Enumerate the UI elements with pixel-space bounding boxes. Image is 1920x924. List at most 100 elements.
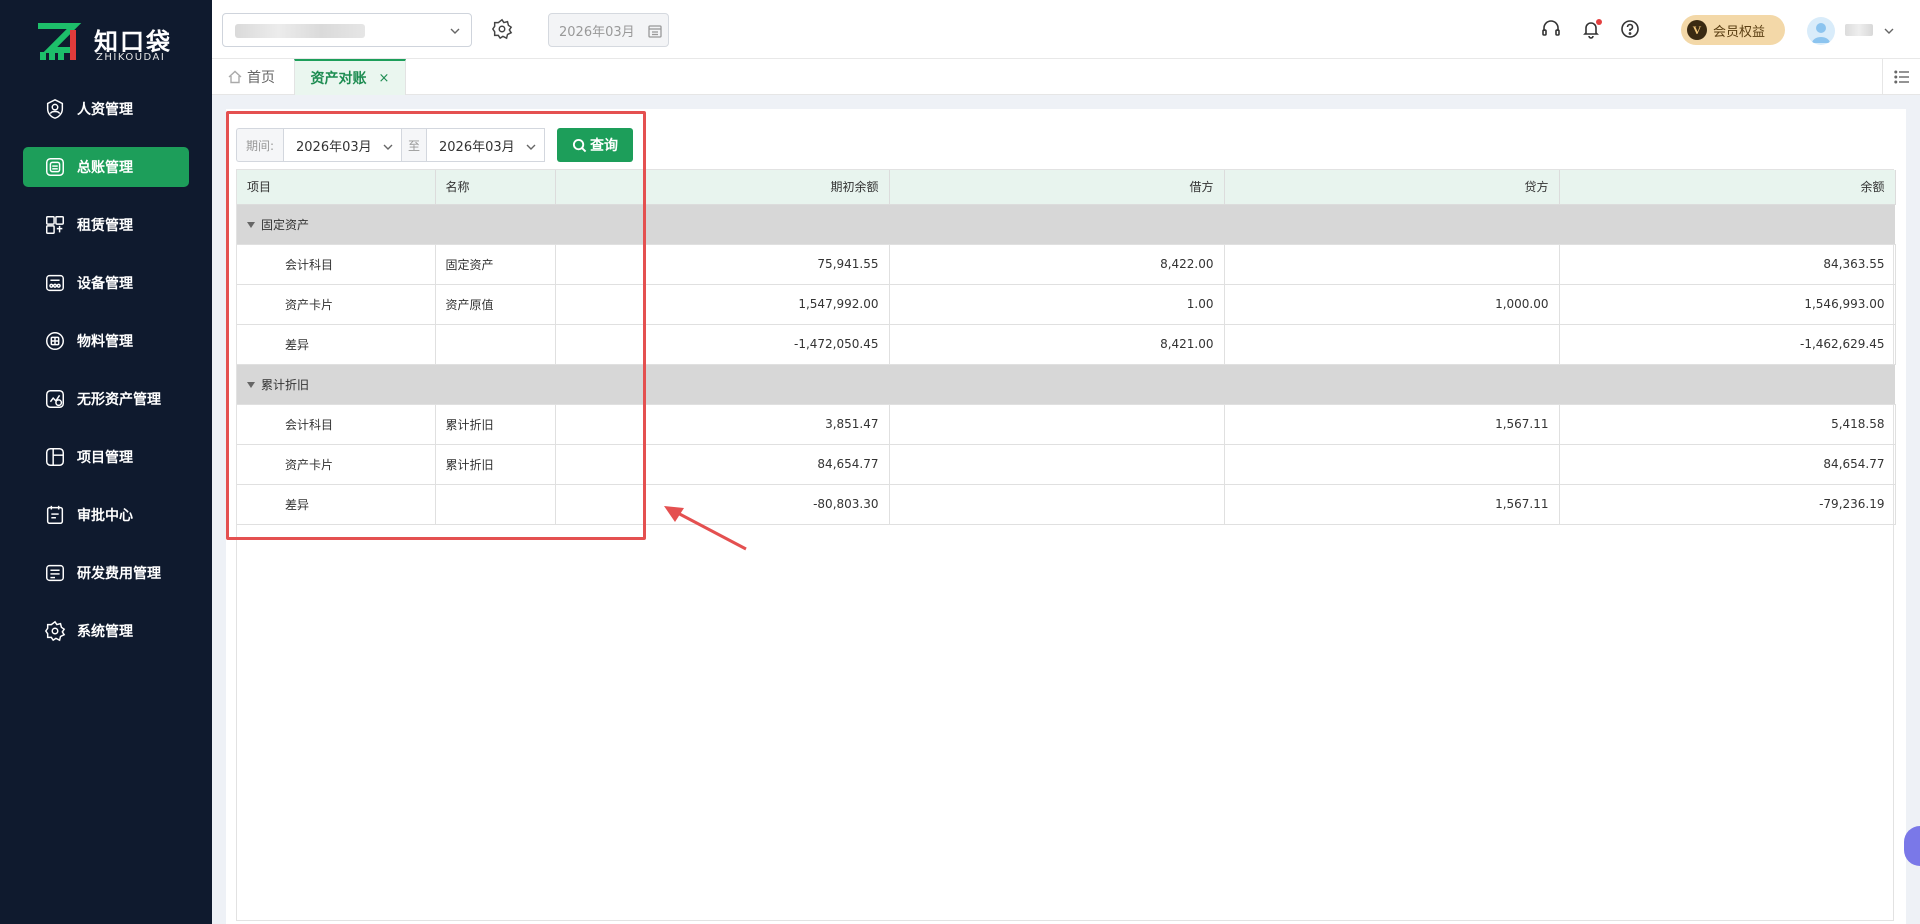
- header-period-value: 2026年03月: [559, 24, 635, 40]
- cell-name: 累计折旧: [435, 444, 556, 485]
- cell-item: 会计科目: [237, 404, 436, 445]
- chevron-down-icon: [383, 141, 393, 151]
- sidebar-item-ledger[interactable]: 总账管理: [23, 147, 189, 187]
- logo[interactable]: 知口袋 ZHIKOUDAI: [36, 20, 196, 68]
- reconciliation-table: 项目 名称 期初余额 借方 贷方 余额 固定资产 会计科目 固定资产 75,94…: [236, 169, 1896, 921]
- cell-name: [435, 324, 556, 365]
- column-header: [555, 170, 645, 205]
- query-button[interactable]: 查询: [557, 128, 633, 162]
- avatar[interactable]: [1807, 17, 1835, 45]
- device-icon: [43, 271, 67, 295]
- group-row-accumulated-depreciation[interactable]: 累计折旧: [237, 364, 1895, 405]
- calendar-icon: [648, 24, 662, 38]
- cell-debit: [889, 404, 1225, 445]
- caret-down-icon[interactable]: [247, 382, 255, 388]
- column-header: 名称: [435, 170, 556, 205]
- user-name-redacted[interactable]: [1845, 24, 1873, 36]
- close-icon[interactable]: ×: [379, 71, 390, 86]
- sidebar-item-label: 研发费用管理: [77, 566, 161, 582]
- cell-balance: -1,462,629.45: [1559, 324, 1896, 365]
- cell-credit: [1224, 324, 1560, 365]
- project-icon: [43, 445, 67, 469]
- cell-opening: 84,654.77: [644, 444, 890, 485]
- ledger-icon: [43, 155, 67, 179]
- help-icon[interactable]: [1620, 19, 1642, 41]
- cell-extra: [555, 484, 645, 525]
- cell-extra: [555, 444, 645, 485]
- table-row[interactable]: 差异 -1,472,050.45 8,421.00 -1,462,629.45: [237, 324, 1896, 365]
- table-row[interactable]: 资产卡片 资产原值 1,547,992.00 1.00 1,000.00 1,5…: [237, 284, 1896, 325]
- intangible-asset-icon: [43, 387, 67, 411]
- home-icon: [228, 70, 242, 84]
- cell-credit: 1,567.11: [1224, 484, 1560, 525]
- cell-balance: 1,546,993.00: [1559, 284, 1896, 325]
- lease-icon: [43, 213, 67, 237]
- sidebar-item-lease[interactable]: 租赁管理: [23, 205, 189, 245]
- cell-credit: 1,000.00: [1224, 284, 1560, 325]
- cell-extra: [555, 404, 645, 445]
- sidebar-item-hr[interactable]: 人资管理: [23, 89, 189, 129]
- cell-item: 会计科目: [237, 244, 436, 285]
- sidebar-item-intangible[interactable]: 无形资产管理: [23, 379, 189, 419]
- tab-list-icon[interactable]: [1882, 59, 1920, 95]
- column-header: 项目: [237, 170, 436, 205]
- company-select[interactable]: [222, 13, 472, 47]
- material-icon: [43, 329, 67, 353]
- start-period-value: 2026年03月: [296, 139, 372, 155]
- sidebar-item-label: 人资管理: [77, 102, 133, 118]
- sidebar-item-rd[interactable]: 研发费用管理: [23, 553, 189, 593]
- cell-item: 差异: [237, 484, 436, 525]
- sidebar-item-system[interactable]: 系统管理: [23, 611, 189, 651]
- sidebar-item-label: 审批中心: [77, 508, 133, 524]
- column-header: 贷方: [1224, 170, 1560, 205]
- group-row-fixed-assets[interactable]: 固定资产: [237, 204, 1895, 245]
- sidebar-item-label: 租赁管理: [77, 218, 133, 234]
- main-content: 期间: 2026年03月 至 2026年03月 查询 项目 名称 期初余额 借方…: [226, 109, 1906, 924]
- chevron-down-icon[interactable]: [1884, 25, 1894, 35]
- table-row[interactable]: 差异 -80,803.30 1,567.11 -79,236.19: [237, 484, 1896, 525]
- bell-icon[interactable]: [1581, 19, 1603, 41]
- column-header: 期初余额: [644, 170, 890, 205]
- sidebar-item-label: 项目管理: [77, 450, 133, 466]
- sidebar-item-approval[interactable]: 审批中心: [23, 495, 189, 535]
- tab-home[interactable]: 首页: [228, 59, 275, 95]
- cell-debit: 8,422.00: [889, 244, 1225, 285]
- tab-asset-reconciliation[interactable]: 资产对账 ×: [294, 59, 406, 95]
- company-name-redacted: [235, 24, 365, 38]
- cell-debit: [889, 484, 1225, 525]
- sidebar-item-label: 总账管理: [77, 160, 133, 176]
- approval-icon: [43, 503, 67, 527]
- sidebar-item-project[interactable]: 项目管理: [23, 437, 189, 477]
- vip-icon: V: [1687, 20, 1707, 40]
- cell-credit: [1224, 244, 1560, 285]
- cell-opening: -1,472,050.45: [644, 324, 890, 365]
- cell-balance: 5,418.58: [1559, 404, 1896, 445]
- cell-debit: 1.00: [889, 284, 1225, 325]
- gear-icon[interactable]: [491, 18, 515, 42]
- table-row[interactable]: 资产卡片 累计折旧 84,654.77 84,654.77: [237, 444, 1896, 485]
- member-benefits-badge[interactable]: V 会员权益: [1681, 15, 1785, 45]
- headset-icon[interactable]: [1541, 19, 1563, 41]
- sidebar-item-device[interactable]: 设备管理: [23, 263, 189, 303]
- cell-name: 固定资产: [435, 244, 556, 285]
- cell-balance: -79,236.19: [1559, 484, 1896, 525]
- table-header-row: 项目 名称 期初余额 借方 贷方 余额: [237, 170, 1896, 205]
- header-period-field[interactable]: 2026年03月: [548, 13, 669, 47]
- cell-opening: 1,547,992.00: [644, 284, 890, 325]
- start-period-select[interactable]: 2026年03月: [283, 128, 402, 162]
- cell-credit: 1,567.11: [1224, 404, 1560, 445]
- table-row[interactable]: 会计科目 固定资产 75,941.55 8,422.00 84,363.55: [237, 244, 1896, 285]
- group-title: 固定资产: [261, 217, 310, 232]
- cell-balance: 84,363.55: [1559, 244, 1896, 285]
- end-period-select[interactable]: 2026年03月: [426, 128, 545, 162]
- sidebar-item-material[interactable]: 物料管理: [23, 321, 189, 361]
- cell-name: [435, 484, 556, 525]
- table-row[interactable]: 会计科目 累计折旧 3,851.47 1,567.11 5,418.58: [237, 404, 1896, 445]
- caret-down-icon[interactable]: [247, 222, 255, 228]
- sidebar-item-label: 系统管理: [77, 624, 133, 640]
- column-header: 余额: [1559, 170, 1896, 205]
- search-icon: [572, 138, 587, 152]
- cell-extra: [555, 244, 645, 285]
- chat-bubble-icon[interactable]: [1904, 826, 1920, 866]
- cell-balance: 84,654.77: [1559, 444, 1896, 485]
